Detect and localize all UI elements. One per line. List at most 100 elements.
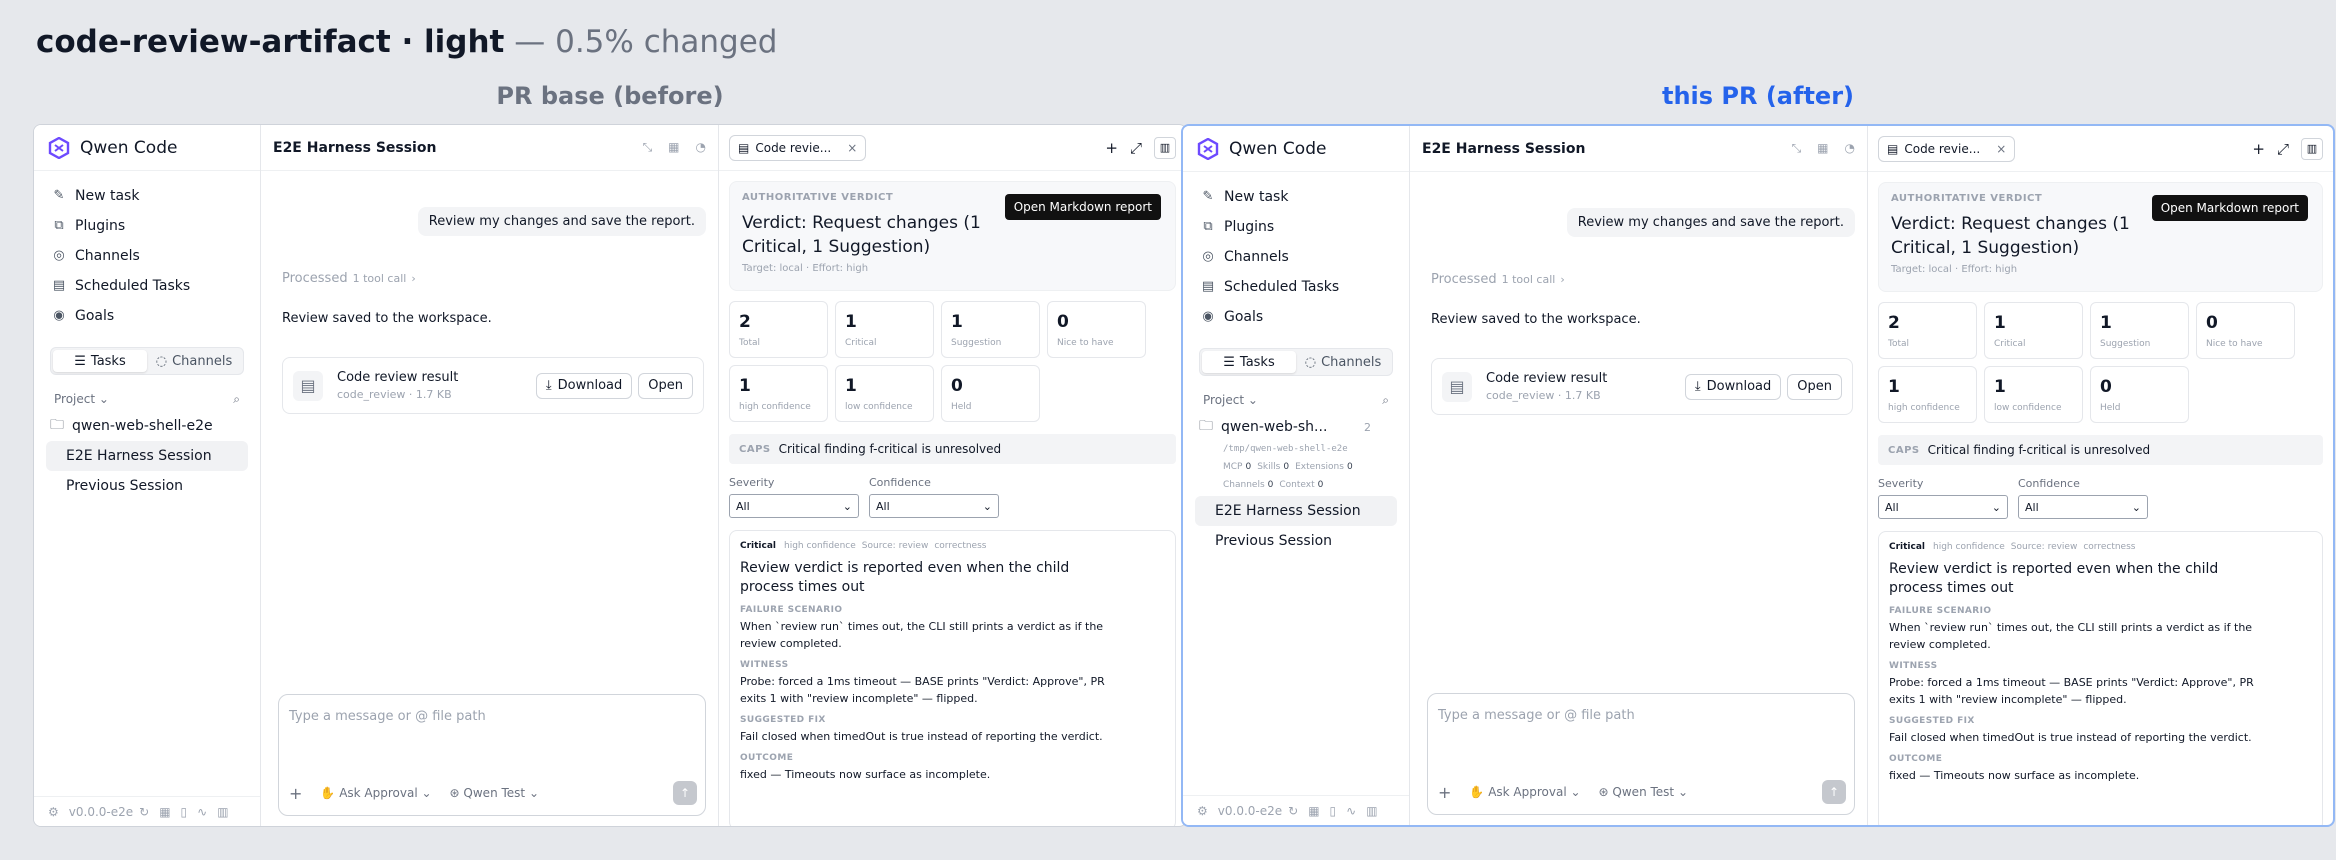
expand-icon[interactable]: ⤢ bbox=[2277, 140, 2289, 158]
gauge-icon[interactable]: ◔ bbox=[1845, 141, 1855, 156]
stat-caption: low confidence bbox=[1994, 403, 2062, 413]
expand-icon[interactable]: ⤢ bbox=[1130, 139, 1142, 157]
nav-channels[interactable]: ◎ Channels bbox=[1191, 242, 1401, 272]
stat-value: 1 bbox=[739, 376, 751, 396]
shrink-icon[interactable]: ⤡ bbox=[643, 140, 653, 155]
plus-icon[interactable]: + bbox=[2252, 140, 2265, 158]
open-button[interactable]: Open bbox=[1787, 373, 1842, 400]
grid-icon[interactable]: ▦ bbox=[1308, 804, 1319, 818]
approval-select[interactable]: ✋ Ask Approval ⌄ bbox=[1469, 785, 1580, 799]
gear-icon[interactable]: ⚙ bbox=[48, 805, 59, 819]
session-item[interactable]: Previous Session bbox=[1195, 526, 1397, 556]
artifact-tab[interactable]: ▤ Code revie... × bbox=[729, 134, 867, 161]
approval-select[interactable]: ✋ Ask Approval ⌄ bbox=[320, 786, 431, 800]
session-item[interactable]: Previous Session bbox=[46, 471, 248, 501]
chevron-down-icon: ⌄ bbox=[1247, 393, 1258, 407]
processed-toggle[interactable]: Processed 1 tool call › bbox=[282, 271, 416, 286]
target-icon: ◉ bbox=[1202, 309, 1214, 324]
confidence-select[interactable]: All ⌄ bbox=[2018, 495, 2148, 519]
nav-scheduled-tasks[interactable]: ▤ Scheduled Tasks bbox=[42, 271, 252, 301]
verdict-box: AUTHORITATIVE VERDICT Verdict: Request c… bbox=[729, 181, 1176, 291]
open-markdown-button[interactable]: Open Markdown report bbox=[1004, 194, 1161, 220]
nav-plugins[interactable]: ⧉ Plugins bbox=[1191, 212, 1401, 242]
nav-goals[interactable]: ◉ Goals bbox=[42, 301, 252, 331]
add-icon[interactable]: + bbox=[1438, 783, 1451, 802]
refresh-icon[interactable]: ↻ bbox=[139, 805, 149, 819]
processed-toggle[interactable]: Processed 1 tool call › bbox=[1431, 272, 1565, 287]
open-button[interactable]: Open bbox=[638, 372, 693, 399]
severity-select[interactable]: All ⌄ bbox=[729, 494, 859, 518]
finding-source: Source: review bbox=[861, 541, 929, 551]
grid-icon[interactable]: ▦ bbox=[1817, 141, 1828, 156]
plus-icon[interactable]: + bbox=[1105, 139, 1118, 157]
refresh-icon[interactable]: ↻ bbox=[1288, 804, 1298, 818]
sidebar-toggle-icon[interactable]: ▥ bbox=[1154, 136, 1176, 159]
add-icon[interactable]: + bbox=[289, 784, 302, 803]
model-select[interactable]: ⊛ Qwen Test ⌄ bbox=[1599, 785, 1688, 799]
tab-tasks[interactable]: ☰ Tasks bbox=[1202, 351, 1296, 373]
severity-select[interactable]: All ⌄ bbox=[1878, 495, 2008, 519]
session-item-active[interactable]: E2E Harness Session bbox=[46, 441, 248, 471]
chip-key: Skills bbox=[1257, 462, 1281, 472]
tab-label: Code revie... bbox=[1904, 141, 1981, 156]
message-composer[interactable]: Type a message or @ file path + ✋ Ask Ap… bbox=[278, 694, 706, 816]
tab-channels[interactable]: ◌ Channels bbox=[147, 350, 241, 372]
open-markdown-button[interactable]: Open Markdown report bbox=[2151, 195, 2308, 221]
gear-icon[interactable]: ⚙ bbox=[1197, 804, 1208, 818]
artifact-panel: ▤ Code revie... × + ⤢ ▥ AUTHORITATIVE VERDIC… bbox=[1868, 126, 2333, 825]
caps-banner: CAPS Critical finding f-critical is unres… bbox=[729, 434, 1176, 464]
close-icon[interactable]: × bbox=[847, 141, 857, 155]
stat-caption: Total bbox=[1888, 339, 1910, 349]
shrink-icon[interactable]: ⤡ bbox=[1792, 141, 1802, 156]
activity-icon[interactable]: ∿ bbox=[1346, 804, 1356, 818]
session-item-active[interactable]: E2E Harness Session bbox=[1195, 496, 1397, 526]
select-value: All bbox=[2025, 500, 2039, 514]
project-folder[interactable]: 🗀 qwen-web-shell-e2e bbox=[34, 411, 260, 441]
confidence-select[interactable]: All ⌄ bbox=[869, 494, 999, 518]
stat-value: 2 bbox=[1888, 313, 1900, 333]
tab-tasks[interactable]: ☰ Tasks bbox=[53, 350, 147, 372]
send-button[interactable]: ↑ bbox=[673, 781, 697, 805]
version-label: v0.0.0-e2e bbox=[1217, 803, 1283, 818]
download-button[interactable]: ⤓ Download bbox=[535, 372, 633, 399]
artifact-tab[interactable]: ▤ Code revie... × bbox=[1878, 135, 2016, 162]
download-button[interactable]: ⤓ Download bbox=[1684, 373, 1782, 400]
nav-scheduled-tasks[interactable]: ▤ Scheduled Tasks bbox=[1191, 272, 1401, 302]
project-filter[interactable]: Project ⌄ bbox=[54, 392, 109, 406]
nav-goals[interactable]: ◉ Goals bbox=[1191, 302, 1401, 332]
book-icon[interactable]: ▯ bbox=[181, 805, 188, 819]
grid-icon[interactable]: ▦ bbox=[159, 805, 170, 819]
model-select[interactable]: ⊛ Qwen Test ⌄ bbox=[450, 786, 539, 800]
nav-new-task[interactable]: ✎ New task bbox=[1191, 182, 1401, 212]
layout-icon[interactable]: ▥ bbox=[1366, 804, 1377, 818]
close-icon[interactable]: × bbox=[1996, 142, 2006, 156]
message-input[interactable]: Type a message or @ file path bbox=[1438, 708, 1635, 723]
search-icon[interactable]: ⌕ bbox=[233, 392, 240, 407]
severity-label: Severity bbox=[729, 476, 775, 489]
search-icon[interactable]: ⌕ bbox=[1382, 393, 1389, 408]
book-icon[interactable]: ▯ bbox=[1330, 804, 1337, 818]
stat-high-confidence: 1 high confidence bbox=[1878, 366, 1977, 423]
nav-new-task[interactable]: ✎ New task bbox=[42, 181, 252, 211]
nav-label: Scheduled Tasks bbox=[75, 278, 191, 294]
sidebar-toggle-icon[interactable]: ▥ bbox=[2301, 137, 2323, 160]
nav-channels[interactable]: ◎ Channels bbox=[42, 241, 252, 271]
message-composer[interactable]: Type a message or @ file path + ✋ Ask Ap… bbox=[1427, 693, 1855, 815]
folder-name: qwen-web-sh... bbox=[1221, 419, 1328, 435]
confidence-label: Confidence bbox=[869, 476, 931, 489]
tab-label: Tasks bbox=[1239, 354, 1275, 370]
activity-icon[interactable]: ∿ bbox=[197, 805, 207, 819]
project-filter[interactable]: Project ⌄ bbox=[1203, 393, 1258, 407]
artifact-card: ▤ Code review result code_review · 1.7 KB… bbox=[1431, 358, 1853, 415]
layout-icon[interactable]: ▥ bbox=[217, 805, 228, 819]
section-body: When `review run` times out, the CLI sti… bbox=[1889, 621, 2253, 651]
approval-label: Ask Approval bbox=[1488, 785, 1567, 799]
grid-icon[interactable]: ▦ bbox=[668, 140, 679, 155]
version-label: v0.0.0-e2e bbox=[68, 804, 134, 819]
gauge-icon[interactable]: ◔ bbox=[696, 140, 706, 155]
message-input[interactable]: Type a message or @ file path bbox=[289, 709, 486, 724]
project-folder[interactable]: 🗀 qwen-web-sh... 2 bbox=[1183, 412, 1409, 442]
tab-channels[interactable]: ◌ Channels bbox=[1296, 351, 1390, 373]
nav-plugins[interactable]: ⧉ Plugins bbox=[42, 211, 252, 241]
send-button[interactable]: ↑ bbox=[1822, 780, 1846, 804]
